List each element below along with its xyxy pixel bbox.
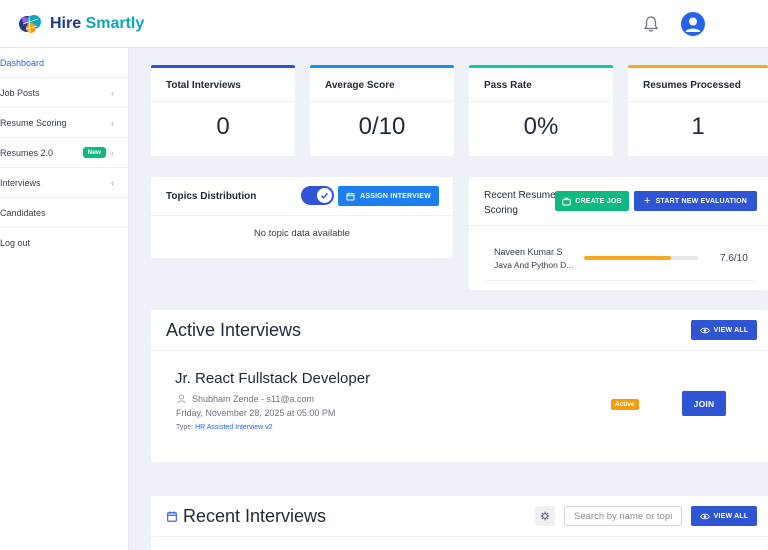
chevron-left-icon: ‹ (111, 178, 114, 188)
active-interviews-view-all-button[interactable]: VIEW ALL (691, 320, 757, 340)
calendar-icon (167, 511, 177, 522)
stat-accent-bar (151, 65, 295, 68)
bell-icon[interactable] (643, 15, 659, 33)
calendar-icon (346, 192, 355, 200)
filter-button[interactable] (535, 506, 555, 526)
stat-value: 1 (691, 113, 705, 140)
interview-candidate: Shubham Zende - s11@a.com (192, 394, 315, 404)
briefcase-icon (562, 197, 571, 205)
divider (628, 101, 768, 102)
button-label: ASSIGN INTERVIEW (360, 192, 431, 200)
candidate-score: 7.6/10 (720, 253, 748, 264)
stat-accent-bar (310, 65, 454, 68)
panel-title-line2: Scoring (484, 205, 518, 216)
divider (484, 280, 756, 281)
sidebar-item-label: Resumes 2.0 (0, 147, 54, 158)
stat-title: Average Score (325, 80, 395, 91)
filter-icon (540, 511, 550, 521)
sidebar-item-label: Interviews (0, 177, 41, 188)
topics-toggle[interactable] (301, 186, 334, 205)
candidate-name: Naveen Kumar S (494, 247, 563, 257)
eye-icon (699, 513, 710, 519)
panel-title-line1: Recent Resume (484, 190, 556, 201)
section-title: Active Interviews (166, 320, 302, 340)
sidebar-item-interviews[interactable]: Interviews ‹ (0, 168, 128, 198)
sidebar-item-label: Resume Scoring (0, 117, 67, 128)
candidate-role: Java And Python D... (494, 260, 574, 270)
stat-title: Pass Rate (484, 80, 532, 91)
create-job-button[interactable]: CREATE JOB (555, 191, 629, 211)
button-label: VIEW ALL (713, 512, 749, 520)
interview-type-value: HR Assisted Interview v2 (195, 424, 273, 431)
person-icon (177, 394, 186, 404)
sidebar-item-job-posts[interactable]: Job Posts ‹ (0, 78, 128, 108)
sidebar-item-dashboard[interactable]: Dashboard (0, 48, 128, 78)
assign-interview-button[interactable]: ASSIGN INTERVIEW (338, 186, 439, 206)
join-button[interactable]: JOIN (682, 391, 726, 416)
chevron-left-icon: ‹ (111, 148, 114, 158)
recent-interviews-view-all-button[interactable]: VIEW ALL (691, 506, 757, 526)
check-icon (317, 188, 332, 203)
brand-name-part1: Hire (50, 15, 82, 32)
button-label: START NEW EVALUATION (655, 197, 748, 205)
stat-accent-bar (628, 65, 768, 68)
user-avatar-icon[interactable] (681, 12, 705, 36)
start-new-evaluation-button[interactable]: + START NEW EVALUATION (634, 191, 757, 211)
sidebar-item-label: Job Posts (0, 87, 40, 98)
divider (469, 101, 613, 102)
button-label: CREATE JOB (575, 197, 622, 205)
panel-title: Recent Resume Scoring (484, 188, 556, 218)
sidebar-item-logout[interactable]: Log out (0, 228, 128, 258)
sidebar-item-resumes-2[interactable]: Resumes 2.0 New ‹ (0, 138, 128, 168)
score-progress-fill (584, 256, 671, 260)
eye-icon (699, 327, 710, 333)
stat-accent-bar (469, 65, 613, 68)
score-progress-bar (584, 256, 698, 260)
empty-state-text: No topic data available (253, 228, 351, 239)
stat-card-average-score: Average Score 0/10 (310, 65, 454, 156)
sidebar-item-label: Dashboard (0, 57, 45, 68)
chevron-left-icon: ‹ (111, 118, 114, 128)
button-label: JOIN (693, 398, 715, 409)
new-badge: New (82, 147, 106, 158)
sidebar-item-label: Log out (0, 238, 31, 248)
sidebar-item-resume-scoring[interactable]: Resume Scoring ‹ (0, 108, 128, 138)
interview-datetime: Friday, November 28, 2025 at 05:00 PM (176, 408, 336, 418)
plus-icon: + (643, 195, 651, 207)
divider (151, 350, 768, 351)
section-title: Recent Interviews (183, 506, 327, 526)
stat-card-pass-rate: Pass Rate 0% (469, 65, 613, 156)
panel-title: Topics Distribution (166, 191, 257, 202)
stat-value: 0 (216, 113, 230, 140)
stat-card-total-interviews: Total Interviews 0 (151, 65, 295, 156)
top-bar: Hire Smartly (0, 0, 768, 48)
divider (151, 215, 453, 216)
brand-name-part2: Smartly (85, 15, 145, 32)
brain-logo-icon (19, 15, 41, 33)
brand-logo[interactable]: Hire Smartly (18, 12, 144, 36)
button-label: VIEW ALL (713, 326, 749, 334)
interview-type: Type: HR Assisted Interview v2 (176, 424, 273, 431)
stat-value: 0% (523, 113, 559, 140)
search-input[interactable] (564, 506, 682, 526)
stat-value: 0/10 (358, 113, 406, 140)
chevron-left-icon: ‹ (111, 88, 114, 98)
divider (310, 101, 454, 102)
brand-name: Hire Smartly (50, 15, 144, 33)
stat-title: Total Interviews (166, 80, 241, 91)
stat-card-resumes-processed: Resumes Processed 1 (628, 65, 768, 156)
divider (151, 536, 768, 537)
status-badge: Active (611, 399, 639, 410)
divider (151, 101, 295, 102)
sidebar-item-label: Candidates (0, 207, 46, 218)
active-interviews-panel: Active Interviews Jr. React Fullstack De… (151, 310, 768, 462)
divider (469, 225, 768, 226)
interview-type-label: Type: (176, 424, 194, 431)
interview-title: Jr. React Fullstack Developer (175, 370, 371, 387)
stat-title: Resumes Processed (643, 80, 741, 91)
sidebar-item-candidates[interactable]: Candidates (0, 198, 128, 228)
sidebar: Dashboard Job Posts ‹ Resume Scoring ‹ R… (0, 48, 129, 550)
